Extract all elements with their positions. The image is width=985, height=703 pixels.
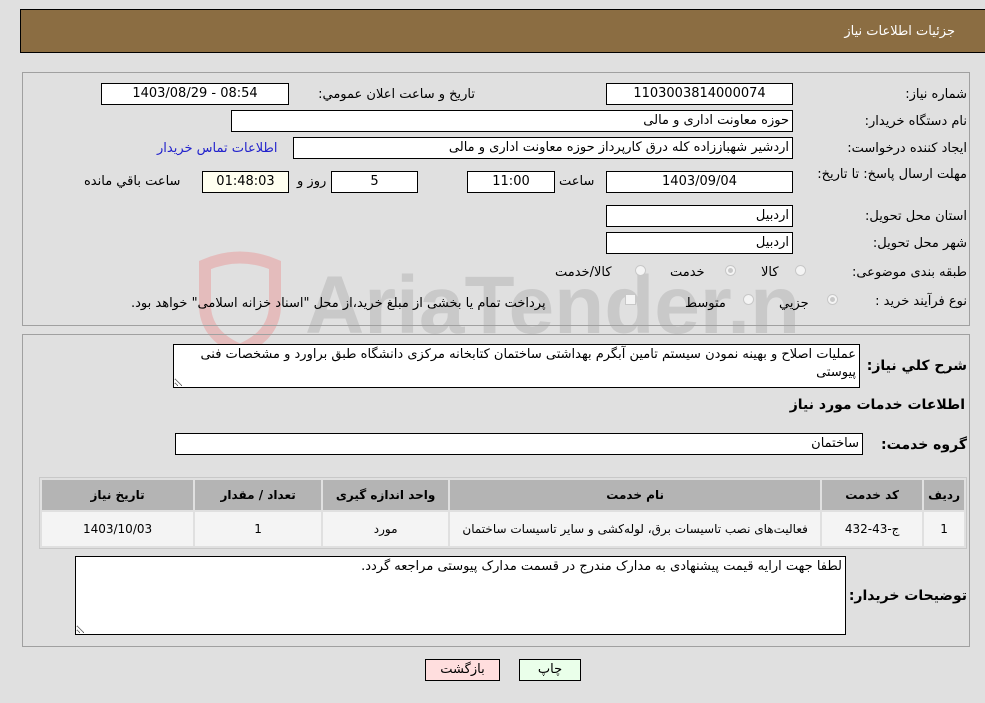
- col-header-unit: واحد اندازه گیری: [323, 480, 449, 510]
- remaining-days-field: 5: [331, 171, 418, 193]
- days-label: روز و: [297, 174, 327, 189]
- purchase-type-option-medium: متوسط: [685, 296, 726, 311]
- col-header-service-name: نام خدمت: [450, 480, 821, 510]
- deadline-date-field: 1403/09/04: [606, 171, 793, 193]
- purchase-type-label: نوع فرآیند خرید :: [875, 294, 967, 309]
- table-header-row: ردیف کد خدمت نام خدمت واحد اندازه گیری ت…: [42, 480, 964, 510]
- buyer-contact-link[interactable]: اطلاعات تماس خریدار: [157, 141, 277, 156]
- deadline-time-field: 11:00: [467, 171, 555, 193]
- purchase-type-option-minor: جزيي: [779, 296, 809, 311]
- category-radio-service[interactable]: [725, 265, 736, 276]
- category-option-goods-service: کالا/خدمت: [555, 265, 612, 280]
- need-number-field: 1103003814000074: [606, 83, 793, 105]
- purchase-type-radio-minor[interactable]: [827, 294, 838, 305]
- cell-quantity: 1: [195, 512, 322, 546]
- cell-row-number: 1: [924, 512, 964, 546]
- cell-service-name: فعالیت‌های نصب تاسیسات برق، لوله‌کشی و س…: [450, 512, 821, 546]
- category-option-goods: کالا: [761, 265, 779, 280]
- requester-field: اردشیر شهباززاده کله درق کارپرداز حوزه م…: [293, 137, 793, 159]
- table-row: 1 ج-43-432 فعالیت‌های نصب تاسیسات برق، ل…: [42, 512, 964, 546]
- category-label: طبقه بندی موضوعی:: [851, 265, 967, 280]
- deadline-time-label: ساعت: [559, 174, 595, 189]
- deadline-label: مهلت ارسال پاسخ: تا تاریخ:: [817, 167, 967, 182]
- cell-need-date: 1403/10/03: [42, 512, 194, 546]
- cell-unit: مورد: [323, 512, 449, 546]
- purchase-type-radio-medium[interactable]: [743, 294, 754, 305]
- description-label: شرح كلي نياز:: [866, 358, 967, 374]
- page-header: جزئیات اطلاعات نیاز: [20, 9, 985, 53]
- buyer-org-field: حوزه معاونت اداری و مالی: [231, 110, 793, 132]
- category-radio-goods-service[interactable]: [635, 265, 646, 276]
- buyer-notes-label: توضیحات خریدار:: [848, 588, 967, 604]
- service-group-label: گروه خدمت:: [881, 437, 967, 453]
- requester-label: ایجاد کننده درخواست:: [847, 141, 967, 156]
- service-group-field: ساختمان: [175, 433, 863, 455]
- delivery-province-field: اردبیل: [606, 205, 793, 227]
- cell-service-code: ج-43-432: [822, 512, 923, 546]
- treasury-checkbox-label: پرداخت تمام یا بخشی از مبلغ خرید،از محل …: [131, 296, 546, 311]
- buyer-notes-textarea[interactable]: لطفا جهت ارایه قیمت پیشنهادی به مدارک من…: [75, 556, 846, 635]
- remaining-time-label: ساعت باقي مانده: [84, 174, 181, 189]
- services-section-title: اطلاعات خدمات مورد نیاز: [789, 397, 965, 413]
- announce-datetime-field: 1403/08/29 - 08:54: [101, 83, 289, 105]
- col-header-need-date: تاریخ نیاز: [42, 480, 194, 510]
- print-button[interactable]: چاپ: [519, 659, 581, 681]
- back-button[interactable]: بازگشت: [425, 659, 500, 681]
- category-option-service: خدمت: [670, 265, 705, 280]
- delivery-province-label: استان محل تحویل:: [865, 209, 967, 224]
- services-table: ردیف کد خدمت نام خدمت واحد اندازه گیری ت…: [39, 477, 967, 549]
- col-header-quantity: تعداد / مقدار: [195, 480, 322, 510]
- remaining-time-field: 01:48:03: [202, 171, 289, 193]
- buyer-org-label: نام دستگاه خريدار:: [864, 114, 967, 129]
- announce-datetime-label: تاریخ و ساعت اعلان عمومي:: [318, 87, 475, 102]
- need-number-label: شماره نیاز:: [905, 87, 967, 102]
- treasury-checkbox[interactable]: [625, 294, 636, 305]
- page-title: جزئیات اطلاعات نیاز: [844, 24, 955, 39]
- category-radio-goods[interactable]: [795, 265, 806, 276]
- col-header-row-number: ردیف: [924, 480, 964, 510]
- delivery-city-label: شهر محل تحویل:: [872, 236, 967, 251]
- description-textarea[interactable]: عملیات اصلاح و بهینه نمودن سیستم تامین آ…: [173, 344, 860, 388]
- delivery-city-field: اردبیل: [606, 232, 793, 254]
- col-header-service-code: کد خدمت: [822, 480, 923, 510]
